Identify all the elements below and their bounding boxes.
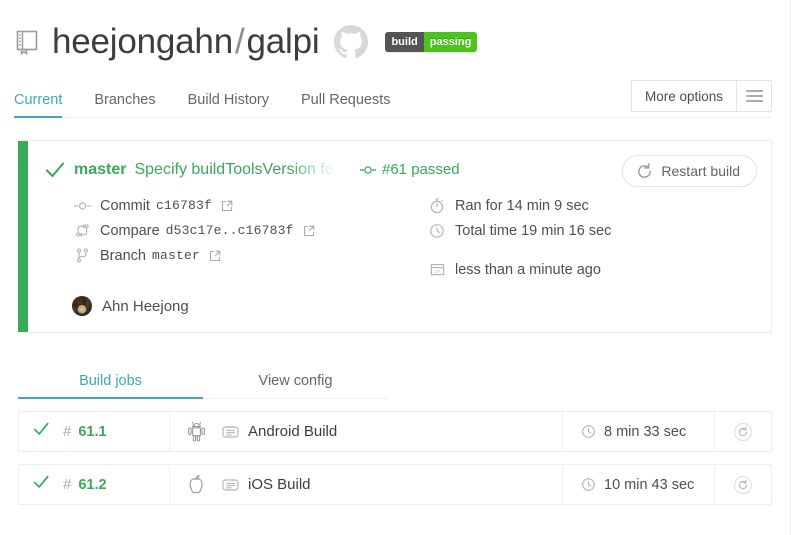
commit-label: Commit: [100, 197, 150, 214]
travis-build-page: heejongahn/galpi build passing Current B…: [0, 0, 791, 535]
build-author: Ahn Heejong: [28, 296, 771, 316]
compare-icon: [72, 223, 92, 238]
build-status-bar: [18, 141, 28, 332]
compare-row: Compare d53c17e..c16783f: [72, 218, 427, 243]
repo-header: heejongahn/galpi build passing: [0, 0, 790, 62]
status-badge-right: passing: [423, 32, 478, 52]
job-restart-button[interactable]: [715, 475, 771, 495]
hash-icon: #: [63, 423, 72, 440]
job-config: Android Build: [222, 412, 563, 451]
external-link-icon[interactable]: [209, 250, 221, 262]
hash-icon: #: [63, 476, 72, 493]
branch-value: master: [151, 248, 200, 263]
branch-row: Branch master: [72, 243, 427, 268]
status-badge-left: build: [385, 32, 424, 52]
more-options-button[interactable]: More options: [632, 81, 736, 111]
job-status: [19, 420, 63, 443]
more-options-group: More options: [630, 80, 772, 112]
restart-build-button[interactable]: Restart build: [622, 155, 757, 187]
job-duration: 10 min 43 sec: [563, 465, 715, 504]
job-id: 61.1: [78, 423, 107, 440]
tab-build-history[interactable]: Build History: [188, 92, 269, 118]
job-restart-button[interactable]: [715, 422, 771, 442]
compare-range: d53c17e..c16783f: [165, 223, 294, 238]
android-icon: [170, 421, 222, 442]
build-number-group: #61 passed: [360, 157, 460, 183]
tab-current[interactable]: Current: [14, 92, 63, 118]
table-row[interactable]: # 61.2 iOS Build 10 min 43 sec: [18, 464, 772, 505]
job-number[interactable]: # 61.2: [63, 465, 170, 504]
build-commit-message: Specify buildToolsVersion for android b: [134, 161, 344, 178]
check-icon: [32, 420, 50, 443]
commit-sha: c16783f: [155, 198, 212, 213]
svg-text:27: 27: [435, 269, 440, 274]
main-nav-tabs: Current Branches Build History Pull Requ…: [0, 80, 790, 118]
config-list-icon: [222, 425, 239, 439]
total-time-text: Total time 19 min 16 sec: [455, 222, 612, 239]
clock-icon: [581, 477, 596, 492]
repo-name[interactable]: galpi: [247, 22, 320, 61]
tab-branches[interactable]: Branches: [94, 92, 155, 118]
build-details-left: Commit c16783f Compare d53c17e..c16783f …: [72, 193, 427, 282]
clock-icon: [581, 424, 596, 439]
repo-separator: /: [234, 22, 245, 61]
status-badge: build passing: [385, 32, 478, 52]
apple-icon: [170, 474, 222, 495]
page-title: heejongahn/galpi: [52, 22, 320, 62]
job-config: iOS Build: [222, 465, 563, 504]
job-duration-text: 10 min 43 sec: [604, 476, 695, 493]
job-number[interactable]: # 61.1: [63, 412, 170, 451]
repository-book-icon: [14, 28, 40, 56]
job-id: 61.2: [78, 476, 107, 493]
build-number-label: #61 passed: [382, 161, 460, 178]
jobs-tabs: Build jobs View config: [18, 365, 772, 399]
external-link-icon[interactable]: [303, 225, 315, 237]
build-summary-card: master Specify buildToolsVersion for andr…: [18, 140, 772, 333]
commit-node-icon: [72, 200, 92, 212]
job-config-name: Android Build: [248, 423, 338, 440]
table-row[interactable]: # 61.1 Android Build 8 min 33 sec: [18, 411, 772, 452]
check-icon: [32, 473, 50, 496]
check-icon: [42, 157, 68, 183]
tab-build-jobs[interactable]: Build jobs: [18, 373, 203, 399]
build-details-columns: Commit c16783f Compare d53c17e..c16783f …: [28, 193, 771, 282]
build-number[interactable]: #61 passed: [360, 157, 460, 183]
ran-for-text: Ran for 14 min 9 sec: [455, 197, 589, 214]
ran-for-row: Ran for 14 min 9 sec: [427, 193, 771, 218]
calendar-icon: 27: [427, 262, 447, 277]
hamburger-icon[interactable]: [736, 81, 771, 111]
compare-label: Compare: [100, 222, 160, 239]
job-duration: 8 min 33 sec: [563, 412, 715, 451]
config-list-icon: [222, 478, 239, 492]
branch-label: Branch: [100, 247, 146, 264]
finished-at-text: less than a minute ago: [455, 261, 601, 278]
build-branch-name[interactable]: master: [74, 161, 126, 178]
commit-row: Commit c16783f: [72, 193, 427, 218]
job-status: [19, 473, 63, 496]
branch-icon: [72, 248, 92, 263]
build-summary-body: master Specify buildToolsVersion for andr…: [28, 141, 771, 332]
avatar: [72, 296, 92, 316]
clock-icon: [427, 223, 447, 239]
author-name[interactable]: Ahn Heejong: [102, 298, 189, 315]
total-time-row: Total time 19 min 16 sec: [427, 218, 771, 243]
external-link-icon[interactable]: [221, 200, 233, 212]
github-octocat-icon[interactable]: [333, 24, 369, 60]
tab-pull-requests[interactable]: Pull Requests: [301, 92, 390, 118]
commit-node-icon: [360, 164, 376, 176]
job-config-name: iOS Build: [248, 476, 311, 493]
finished-at-row: 27 less than a minute ago: [427, 257, 771, 282]
build-commit-line: master Specify buildToolsVersion for andr…: [74, 157, 344, 183]
repo-owner[interactable]: heejongahn: [52, 22, 233, 61]
restart-circular-arrow-icon: [636, 162, 653, 180]
job-duration-text: 8 min 33 sec: [604, 423, 687, 440]
restart-build-label: Restart build: [661, 163, 740, 179]
stopwatch-icon: [427, 197, 447, 214]
tab-view-config[interactable]: View config: [203, 373, 388, 399]
build-details-right: Ran for 14 min 9 sec Total time 19 min 1…: [427, 193, 771, 282]
